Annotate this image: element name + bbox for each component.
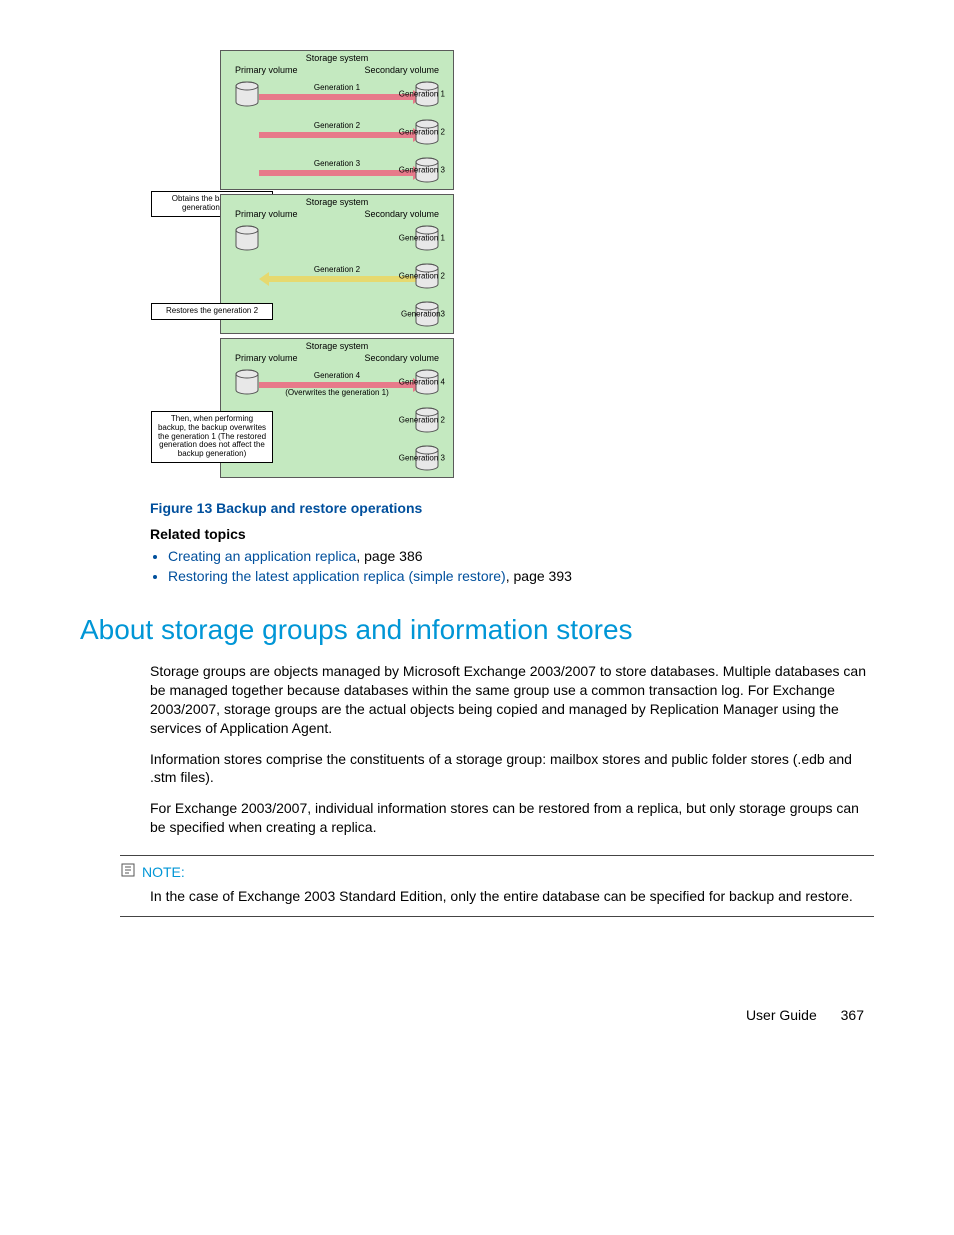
secondary-volume-label: Secondary volume: [364, 65, 439, 75]
cylinder-icon: [235, 157, 259, 183]
link-page-ref: , page 386: [356, 548, 422, 564]
body-paragraph: Storage groups are objects managed by Mi…: [150, 662, 874, 738]
footer-page-number: 367: [841, 1007, 864, 1023]
cylinder-icon: Generation3: [415, 301, 439, 327]
cylinder-icon: Generation 1: [415, 81, 439, 107]
arrow-sublabel: (Overwrites the generation 1): [259, 389, 415, 398]
cylinder-icon: Generation 3: [415, 157, 439, 183]
note-text: In the case of Exchange 2003 Standard Ed…: [150, 887, 874, 906]
panel-title: Storage system: [221, 339, 453, 353]
diagram-row: Generation 2Generation 2: [221, 257, 453, 295]
note-icon: [120, 862, 136, 881]
generation-label: Generation 4: [399, 378, 445, 387]
backup-restore-diagram: Storage systemPrimary volumeSecondary vo…: [220, 50, 874, 478]
cylinder-icon: Generation 2: [415, 407, 439, 433]
cylinder-icon: [235, 119, 259, 145]
cylinder-icon: Generation 2: [415, 263, 439, 289]
related-topics-label: Related topics: [150, 526, 874, 542]
cylinder-icon: [235, 263, 259, 289]
figure-caption: Figure 13 Backup and restore operations: [150, 500, 874, 516]
body-paragraph: For Exchange 2003/2007, individual infor…: [150, 799, 874, 837]
arrow-label: Generation 2: [314, 265, 360, 274]
arrow-label: Generation 4: [314, 371, 360, 380]
generation-label: Generation 2: [399, 416, 445, 425]
generation-label: Generation 2: [399, 272, 445, 281]
generation-label: Generation 3: [399, 166, 445, 175]
arrow-right-icon: [259, 170, 415, 176]
related-topics-list: Creating an application replica, page 38…: [150, 548, 874, 584]
side-annotation: Then, when performing backup, the backup…: [151, 411, 273, 463]
arrow-right-icon: [259, 132, 415, 138]
note-block: NOTE: In the case of Exchange 2003 Stand…: [120, 855, 874, 917]
diagram-row: Generation 4(Overwrites the generation 1…: [221, 363, 453, 401]
link-text[interactable]: Creating an application replica: [168, 548, 356, 564]
arrow-right-icon: [259, 94, 415, 100]
secondary-volume-label: Secondary volume: [364, 209, 439, 219]
note-heading: NOTE:: [120, 862, 874, 881]
primary-volume-label: Primary volume: [235, 209, 298, 219]
page-footer: User Guide 367: [80, 1007, 874, 1023]
panel-title: Storage system: [221, 51, 453, 65]
note-label: NOTE:: [142, 864, 185, 880]
cylinder-icon: [235, 81, 259, 107]
related-topic-link[interactable]: Restoring the latest application replica…: [168, 568, 874, 584]
cylinder-icon: [235, 369, 259, 395]
arrow-label: Generation 3: [314, 159, 360, 168]
generation-label: Generation3: [401, 310, 445, 319]
secondary-volume-label: Secondary volume: [364, 353, 439, 363]
footer-guide: User Guide: [746, 1007, 817, 1023]
primary-volume-label: Primary volume: [235, 353, 298, 363]
panel-title: Storage system: [221, 195, 453, 209]
diagram-row: Generation 3Generation 3: [221, 151, 453, 189]
primary-volume-label: Primary volume: [235, 65, 298, 75]
body-paragraph: Information stores comprise the constitu…: [150, 750, 874, 788]
generation-label: Generation 1: [399, 90, 445, 99]
arrow-label: Generation 1: [314, 83, 360, 92]
cylinder-icon: Generation 1: [415, 225, 439, 251]
generation-label: Generation 3: [399, 454, 445, 463]
generation-label: Generation 2: [399, 128, 445, 137]
storage-panel: Storage systemPrimary volume Secondary vo…: [220, 338, 454, 478]
cylinder-icon: Generation 3: [415, 445, 439, 471]
cylinder-icon: [235, 225, 259, 251]
storage-panel: Storage systemPrimary volume Secondary vo…: [220, 194, 454, 334]
side-annotation: Restores the generation 2: [151, 303, 273, 320]
link-page-ref: , page 393: [506, 568, 572, 584]
storage-panel: Storage systemPrimary volume Secondary vo…: [220, 50, 454, 190]
diagram-row: Generation 1: [221, 219, 453, 257]
related-topic-link[interactable]: Creating an application replica, page 38…: [168, 548, 874, 564]
arrow-label: Generation 2: [314, 121, 360, 130]
link-text[interactable]: Restoring the latest application replica…: [168, 568, 506, 584]
diagram-row: Generation 1Generation 1: [221, 75, 453, 113]
diagram-row: Generation 2Generation 2: [221, 113, 453, 151]
generation-label: Generation 1: [399, 234, 445, 243]
section-heading: About storage groups and information sto…: [80, 614, 874, 646]
cylinder-icon: Generation 4: [415, 369, 439, 395]
cylinder-icon: Generation 2: [415, 119, 439, 145]
